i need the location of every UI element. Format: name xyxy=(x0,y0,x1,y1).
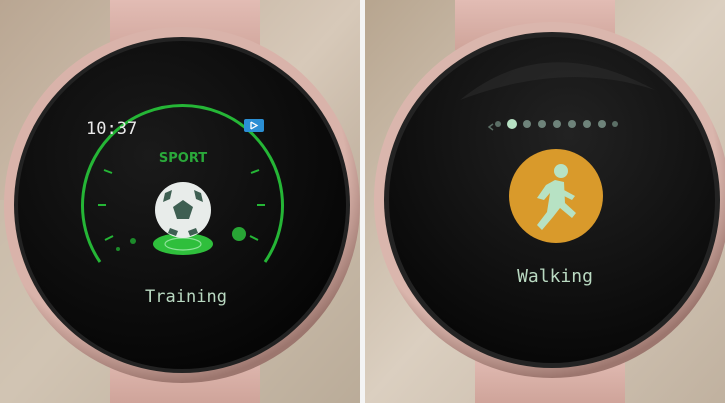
right-watch-scene: Walking xyxy=(365,0,725,403)
page-dot-active xyxy=(507,119,517,129)
dot-large xyxy=(232,227,246,241)
walking-person-icon xyxy=(509,149,603,243)
left-watch-scene: 10:37 SPORT Training xyxy=(0,0,360,403)
right-watch-photo: Walking xyxy=(365,0,725,403)
activity-label-training: Training xyxy=(145,287,227,307)
bluetooth-icon xyxy=(244,119,264,132)
soccer-ball-icon xyxy=(155,182,211,238)
sport-header: SPORT xyxy=(159,151,207,166)
activity-label-walking: Walking xyxy=(517,266,593,287)
left-watch-photo: 10:37 SPORT Training xyxy=(0,0,360,403)
photo-collage: 10:37 SPORT Training Walking xyxy=(0,0,725,403)
watch-time: 10:37 xyxy=(86,119,137,139)
